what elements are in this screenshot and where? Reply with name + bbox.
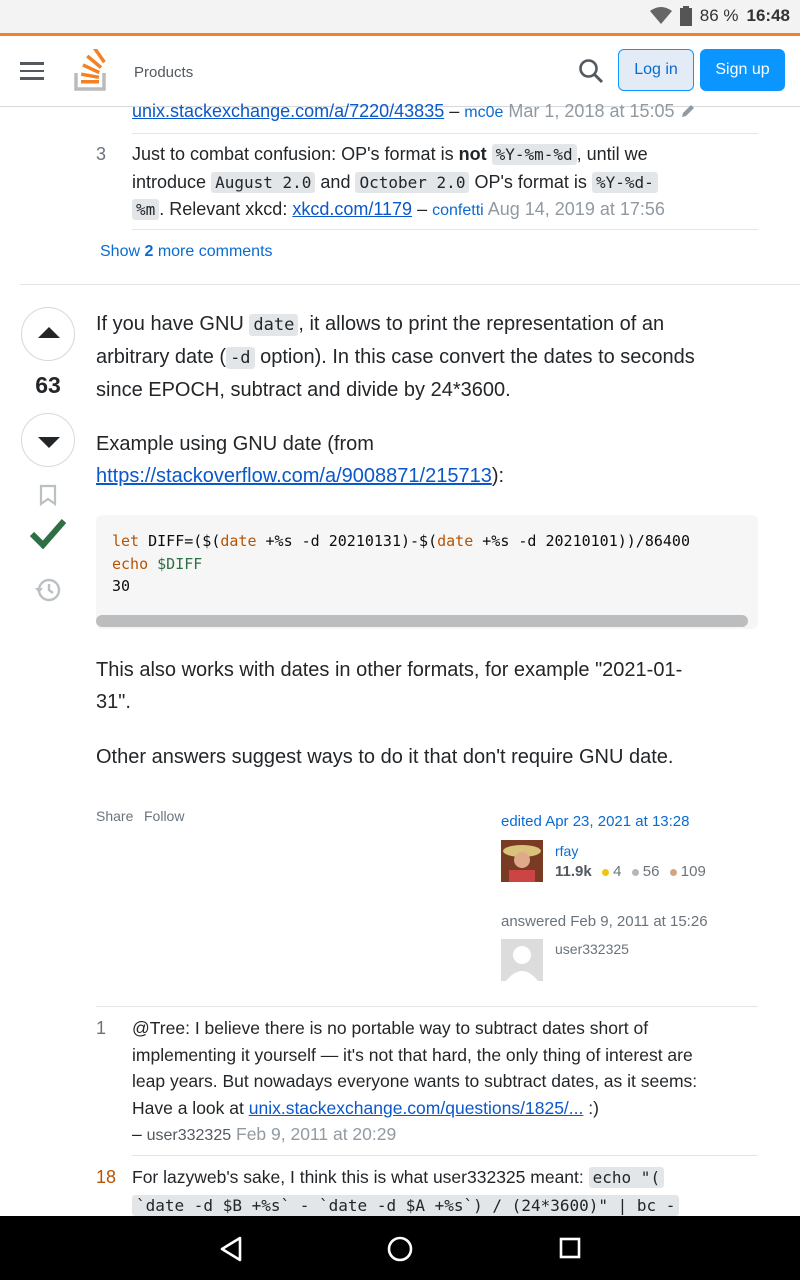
downvote-button[interactable]: [21, 413, 75, 467]
answered-timestamp: answered Feb 9, 2011 at 15:26: [501, 913, 708, 930]
answer-paragraph-4: Other answers suggest ways to do it that…: [96, 746, 674, 768]
edit-pencil-icon[interactable]: [680, 103, 696, 119]
bookmark-icon[interactable]: [38, 484, 58, 506]
comment-link[interactable]: unix.stackexchange.com/questions/1825/..…: [249, 1098, 584, 1118]
comment-divider: [132, 133, 758, 134]
comment-score: 1: [96, 1018, 107, 1038]
comment-fragment: unix.stackexchange.com/a/7220/43835 – mc…: [132, 98, 696, 127]
show-more-comments-link[interactable]: Show 2 more comments: [100, 243, 273, 261]
signup-button[interactable]: Sign up: [700, 49, 785, 91]
wifi-icon: [649, 7, 672, 24]
stackoverflow-logo-icon[interactable]: [74, 49, 108, 91]
comment-score: 18: [96, 1167, 117, 1187]
login-button[interactable]: Log in: [618, 49, 694, 91]
author-name[interactable]: user332325: [555, 941, 629, 957]
comment-time: Mar 1, 2018 at 15:05: [508, 101, 675, 121]
products-link[interactable]: Products: [134, 64, 193, 81]
source-link[interactable]: https://stackoverflow.com/a/9008871/2157…: [96, 465, 492, 487]
back-icon[interactable]: [219, 1236, 243, 1262]
editor-name[interactable]: rfay: [555, 843, 578, 859]
recents-icon[interactable]: [559, 1237, 581, 1259]
comment-body: Just to combat confusion: OP's format is…: [132, 144, 665, 220]
comment-body: @Tree: I believe there is no portable wa…: [132, 1018, 698, 1144]
comment-divider: [132, 1155, 758, 1156]
android-navigation-bar: [0, 1216, 800, 1280]
share-link[interactable]: Share: [96, 808, 133, 824]
answer-divider: [20, 284, 800, 285]
battery-icon: [679, 6, 692, 26]
author-avatar[interactable]: [501, 939, 543, 981]
bronze-badge-icon: [669, 869, 677, 876]
silver-badge-icon: [631, 869, 639, 876]
comments-divider: [96, 1006, 758, 1007]
upvote-button[interactable]: [21, 307, 75, 361]
editor-reputation: 11.9k 4 56 109: [555, 863, 706, 880]
code-scrollbar[interactable]: [96, 615, 748, 627]
edited-timestamp[interactable]: edited Apr 23, 2021 at 13:28: [501, 813, 690, 830]
search-icon[interactable]: [578, 58, 604, 84]
answer-paragraph-3: This also works with dates in other form…: [96, 659, 683, 713]
clock: 16:48: [746, 6, 790, 25]
xkcd-link[interactable]: xkcd.com/1179: [292, 199, 412, 219]
comment-user[interactable]: confetti: [432, 202, 484, 219]
history-icon[interactable]: [34, 577, 62, 603]
answer-paragraph-2: Example using GNU date (from https://sta…: [96, 433, 505, 487]
site-header: Products Log in Sign up: [0, 33, 800, 107]
answer-score: 63: [35, 372, 61, 398]
comment-body: For lazyweb's sake, I think this is what…: [132, 1164, 762, 1219]
gold-badge-icon: [601, 869, 609, 876]
battery-level: 86 %: [699, 6, 739, 25]
comment-score: 3: [96, 144, 107, 164]
comment-user[interactable]: user332325: [147, 1127, 232, 1144]
follow-link[interactable]: Follow: [144, 808, 184, 824]
code-block[interactable]: let DIFF=($(date +%s -d 20210131)-$(date…: [96, 515, 758, 629]
editor-avatar[interactable]: [501, 840, 543, 882]
arrow-down-icon: [38, 437, 60, 448]
answer-paragraph-1: If you have GNU date, it allows to print…: [96, 313, 695, 401]
comment-user[interactable]: mc0e: [464, 104, 503, 121]
home-icon[interactable]: [387, 1236, 413, 1262]
menu-icon[interactable]: [20, 62, 44, 80]
arrow-up-icon: [38, 327, 60, 338]
accepted-check-icon: [30, 519, 66, 549]
comment-divider: [132, 229, 758, 230]
status-bar: 86 % 16:48: [0, 0, 800, 33]
comment-link[interactable]: unix.stackexchange.com/a/7220/43835: [132, 101, 444, 121]
